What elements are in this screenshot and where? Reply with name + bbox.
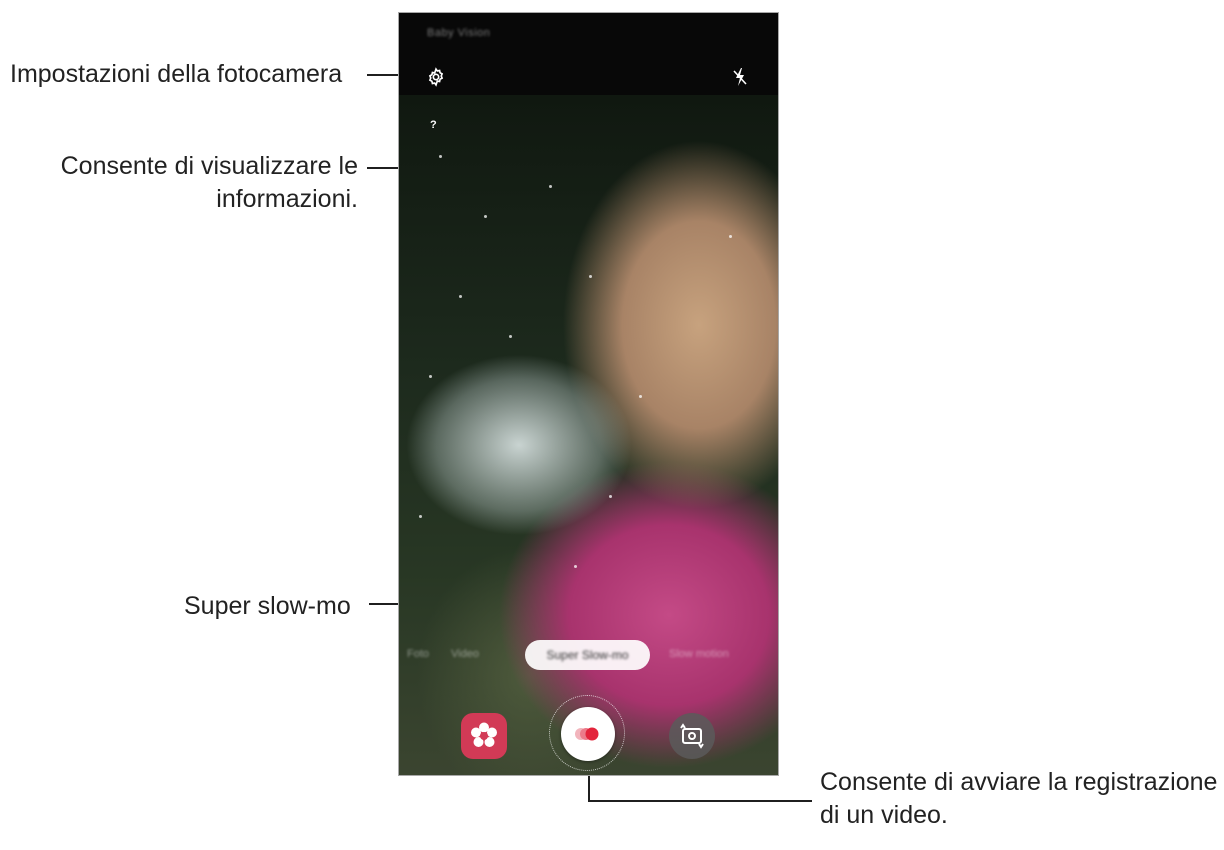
bixby-vision-button[interactable]	[461, 713, 507, 759]
mode-pill-label: Super Slow-mo	[546, 648, 629, 662]
leader-record-h	[588, 800, 812, 802]
water-droplet	[574, 565, 577, 568]
mode-title: Baby Vision	[427, 27, 491, 39]
water-droplet	[439, 155, 442, 158]
water-droplet	[419, 515, 422, 518]
record-button[interactable]	[561, 707, 615, 761]
water-droplet	[609, 495, 612, 498]
mode-selector-pill[interactable]: Super Slow-mo	[525, 640, 650, 670]
callout-record-line2: di un video.	[820, 801, 948, 829]
info-button[interactable]: ?	[430, 119, 437, 131]
camera-viewfinder[interactable]: ? Foto Video Slow motion Super Slow-mo	[399, 95, 778, 775]
callout-slowmo: Super slow-mo	[184, 592, 351, 620]
water-droplet	[459, 295, 462, 298]
water-droplet	[589, 275, 592, 278]
water-droplet	[639, 395, 642, 398]
water-droplet	[509, 335, 512, 338]
mode-mid[interactable]: Video	[451, 648, 479, 660]
water-droplet	[429, 375, 432, 378]
callout-info-line1: Consente di visualizzare le	[60, 152, 358, 180]
switch-camera-icon	[680, 723, 704, 749]
mode-right[interactable]: Slow motion	[669, 648, 729, 660]
phone-screen: Baby Vision ? Foto Video Slow motion Sup…	[398, 12, 779, 776]
water-droplet	[729, 235, 732, 238]
camera-top-bar: Baby Vision	[399, 13, 778, 95]
record-icon	[575, 727, 599, 741]
mode-left[interactable]: Foto	[407, 648, 429, 660]
bixby-vision-icon	[471, 722, 497, 747]
callout-info: Consente di visualizzare le informazioni…	[58, 150, 358, 216]
flash-off-icon[interactable]	[732, 67, 748, 87]
water-droplet	[484, 215, 487, 218]
callout-record-line1: Consente di avviare la registrazione	[820, 768, 1218, 796]
callout-record: Consente di avviare la registrazione di …	[820, 766, 1224, 832]
callout-settings: Impostazioni della fotocamera	[10, 60, 343, 88]
water-droplet	[549, 185, 552, 188]
callout-info-line2: informazioni.	[216, 185, 358, 213]
gear-icon[interactable]	[426, 67, 446, 87]
switch-camera-button[interactable]	[669, 713, 715, 759]
